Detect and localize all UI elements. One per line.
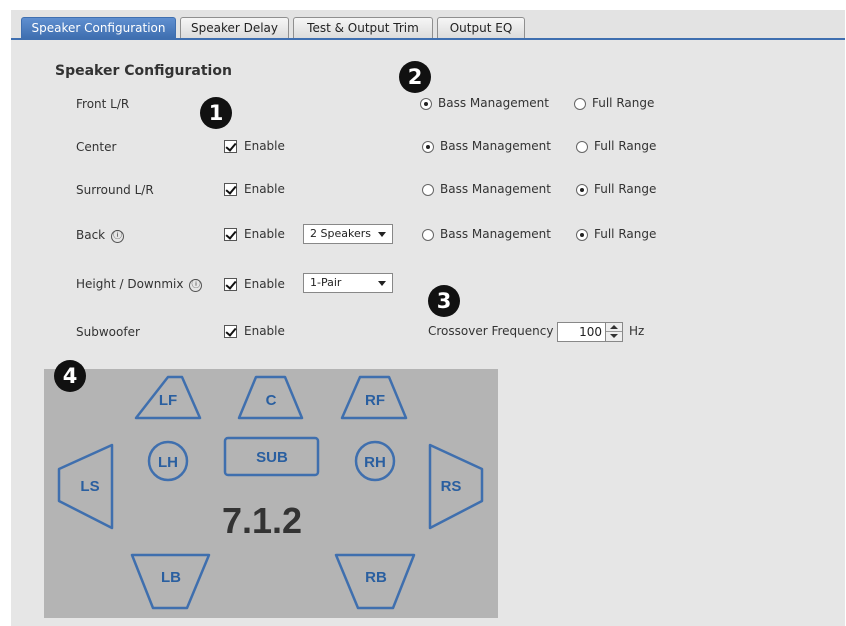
back-label-text: Back [76, 228, 106, 242]
chevron-down-icon [378, 232, 386, 237]
center-enable-label: Enable [244, 139, 285, 153]
speaker-c-label: C [266, 392, 277, 409]
subwoofer-enable-checkbox[interactable] [224, 325, 237, 338]
back-full-range-label: Full Range [594, 227, 657, 241]
callout-badge-4: 4 [54, 360, 86, 392]
tab-speaker-delay[interactable]: Speaker Delay [180, 17, 289, 38]
height-enable-label: Enable [244, 277, 285, 291]
info-icon[interactable]: ⓘ [189, 279, 203, 292]
speaker-rs-label: RS [441, 478, 462, 495]
tab-test-output-trim[interactable]: Test & Output Trim [293, 17, 433, 38]
back-bass-management-radio[interactable] [422, 229, 434, 241]
front-bass-management-label: Bass Management [438, 96, 549, 110]
tab-speaker-configuration[interactable]: Speaker Configuration [21, 17, 176, 38]
height-pairs-value: 1-Pair [310, 276, 342, 289]
speaker-rh-label: RH [364, 454, 386, 471]
speaker-sub-label: SUB [256, 449, 288, 466]
section-title: Speaker Configuration [55, 63, 232, 79]
speaker-lb-label: LB [161, 569, 181, 586]
stepper-up-icon[interactable] [606, 323, 622, 332]
back-enable-checkbox[interactable] [224, 228, 237, 241]
back-speakers-select[interactable]: 2 Speakers [303, 224, 393, 244]
row-label-surround: Surround L/R [76, 183, 154, 197]
center-bass-management-radio[interactable] [422, 141, 434, 153]
center-full-range-radio[interactable] [576, 141, 588, 153]
front-bass-management-radio[interactable] [420, 98, 432, 110]
speaker-diagram-svg: LF C RF LH SUB RH LS RS LB RB [57, 375, 484, 610]
row-label-subwoofer: Subwoofer [76, 325, 140, 339]
speaker-rb-label: RB [365, 569, 387, 586]
back-full-range-radio[interactable] [576, 229, 588, 241]
row-label-back: Back ⓘ [76, 228, 125, 243]
speaker-layout-label: 7.1.2 [222, 500, 303, 541]
surround-bass-management-label: Bass Management [440, 182, 551, 196]
front-full-range-label: Full Range [592, 96, 655, 110]
back-speakers-value: 2 Speakers [310, 227, 371, 240]
callout-badge-1: 1 [200, 97, 232, 129]
height-enable-checkbox[interactable] [224, 278, 237, 291]
crossover-frequency-label: Crossover Frequency [428, 324, 554, 338]
stepper-down-icon[interactable] [606, 332, 622, 341]
height-label-text: Height / Downmix [76, 277, 184, 291]
row-label-center: Center [76, 140, 117, 154]
crossover-unit: Hz [629, 324, 645, 338]
info-icon[interactable]: ⓘ [111, 230, 125, 243]
speaker-lf-label: LF [159, 392, 177, 409]
back-enable-label: Enable [244, 227, 285, 241]
back-bass-management-label: Bass Management [440, 227, 551, 241]
subwoofer-enable-label: Enable [244, 324, 285, 338]
speaker-layout-diagram: LF C RF LH SUB RH LS RS LB RB [44, 369, 498, 618]
surround-enable-checkbox[interactable] [224, 183, 237, 196]
surround-full-range-radio[interactable] [576, 184, 588, 196]
stepper-buttons [605, 323, 622, 341]
callout-badge-3: 3 [428, 285, 460, 317]
row-label-front: Front L/R [76, 97, 130, 111]
chevron-down-icon [378, 281, 386, 286]
tab-output-eq[interactable]: Output EQ [437, 17, 525, 38]
surround-bass-management-radio[interactable] [422, 184, 434, 196]
speaker-rf-label: RF [365, 392, 385, 409]
center-full-range-label: Full Range [594, 139, 657, 153]
row-label-height: Height / Downmix ⓘ [76, 277, 203, 292]
crossover-frequency-stepper[interactable]: 100 [557, 322, 623, 342]
center-enable-checkbox[interactable] [224, 140, 237, 153]
height-pairs-select[interactable]: 1-Pair [303, 273, 393, 293]
crossover-frequency-value[interactable]: 100 [558, 323, 602, 341]
center-bass-management-label: Bass Management [440, 139, 551, 153]
callout-badge-2: 2 [399, 61, 431, 93]
speaker-ls-label: LS [80, 478, 99, 495]
surround-enable-label: Enable [244, 182, 285, 196]
surround-full-range-label: Full Range [594, 182, 657, 196]
front-full-range-radio[interactable] [574, 98, 586, 110]
speaker-lh-label: LH [158, 454, 178, 471]
